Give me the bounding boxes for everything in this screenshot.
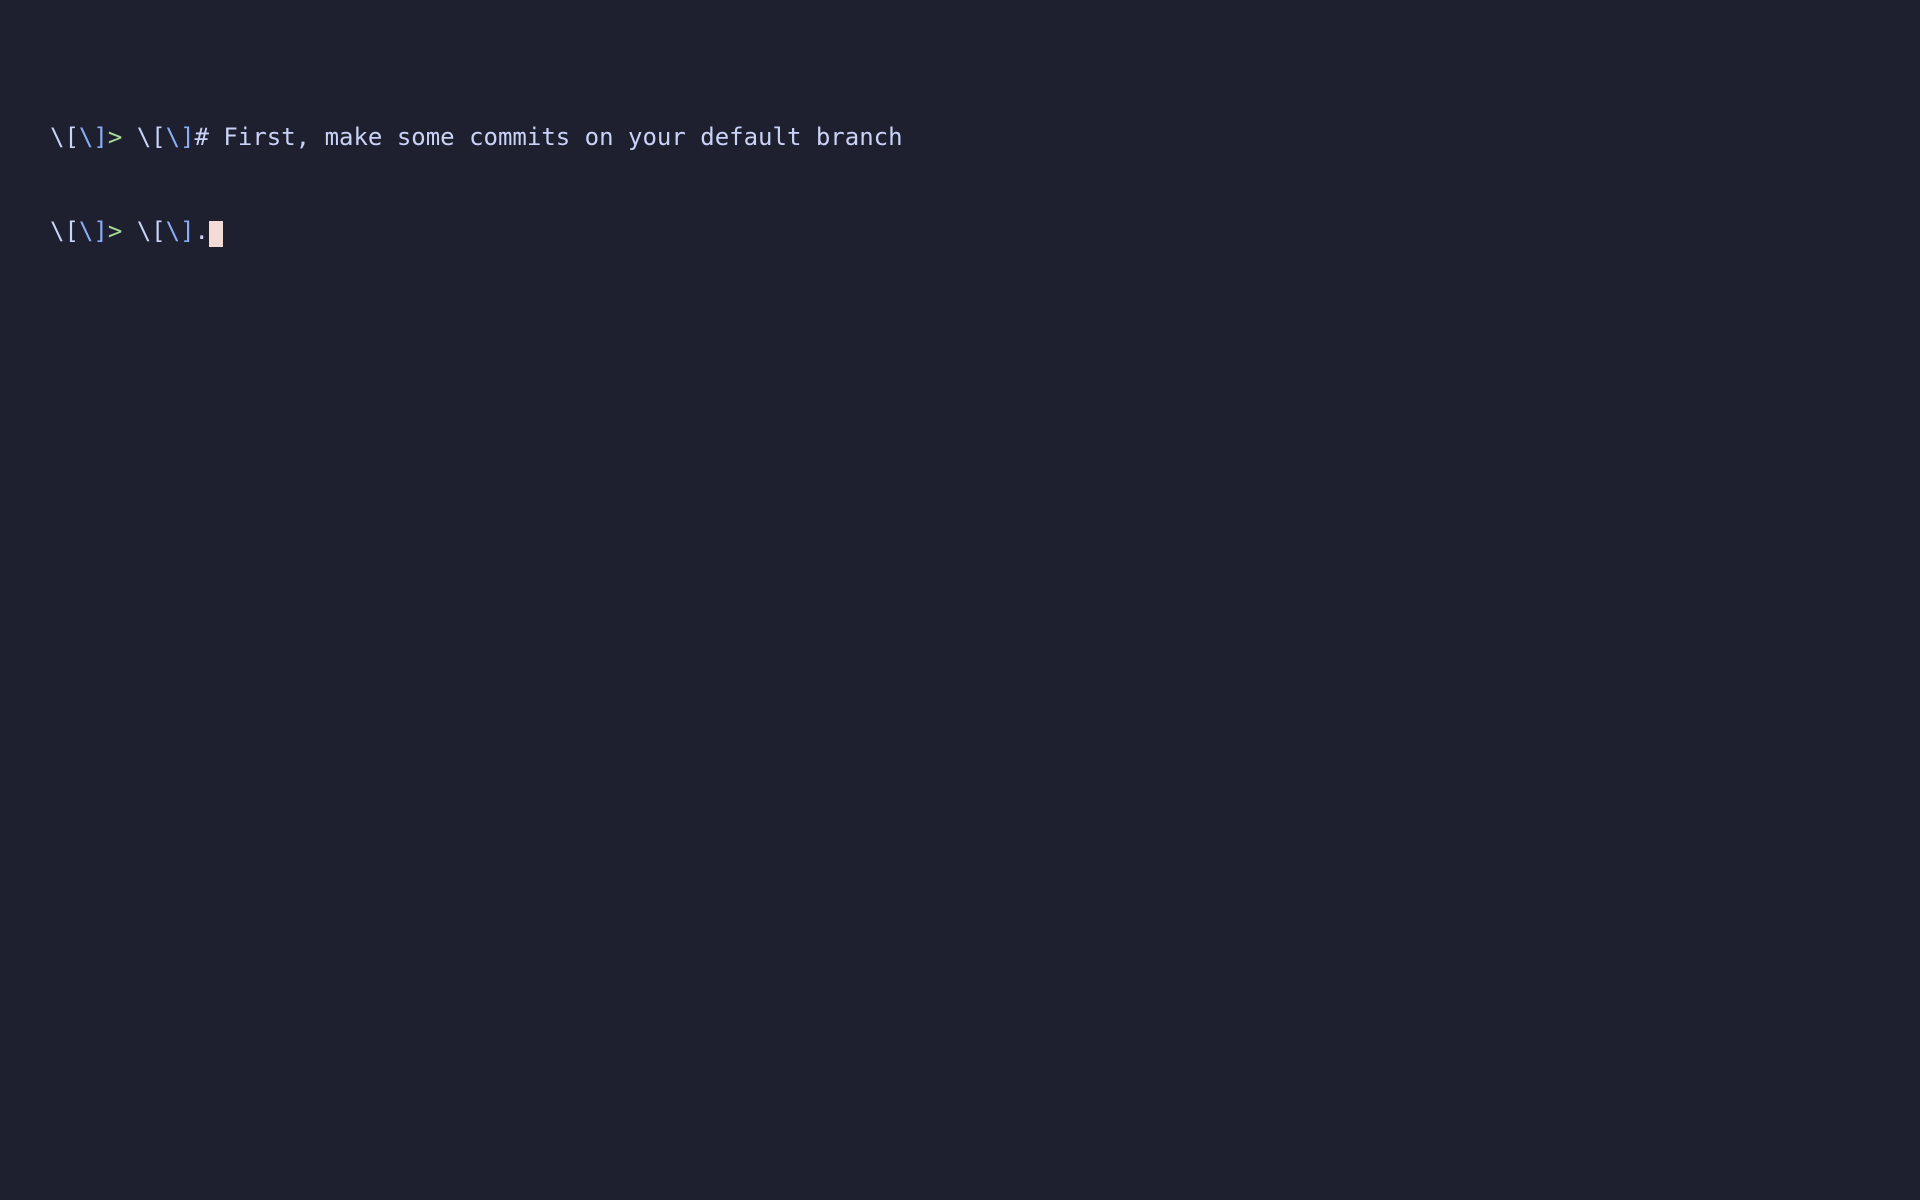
prompt-bracket: \[: [137, 217, 166, 245]
terminal-window[interactable]: \[\]> \[\]# First, make some commits on …: [50, 60, 1870, 278]
prompt-bracket: \[: [137, 123, 166, 151]
prompt-bracket: \[: [50, 217, 79, 245]
prompt-arrow: >: [108, 217, 137, 245]
command-input[interactable]: .: [195, 217, 209, 245]
prompt-bracket: \]: [79, 217, 108, 245]
terminal-line: \[\]> \[\]# First, make some commits on …: [50, 122, 1870, 153]
prompt-arrow: >: [108, 123, 137, 151]
prompt-bracket: \[: [50, 123, 79, 151]
prompt-bracket: \]: [79, 123, 108, 151]
prompt-bracket: \]: [166, 217, 195, 245]
command-text: # First, make some commits on your defau…: [195, 123, 903, 151]
terminal-line: \[\]> \[\].: [50, 216, 1870, 247]
cursor-icon: [209, 221, 223, 247]
prompt-bracket: \]: [166, 123, 195, 151]
